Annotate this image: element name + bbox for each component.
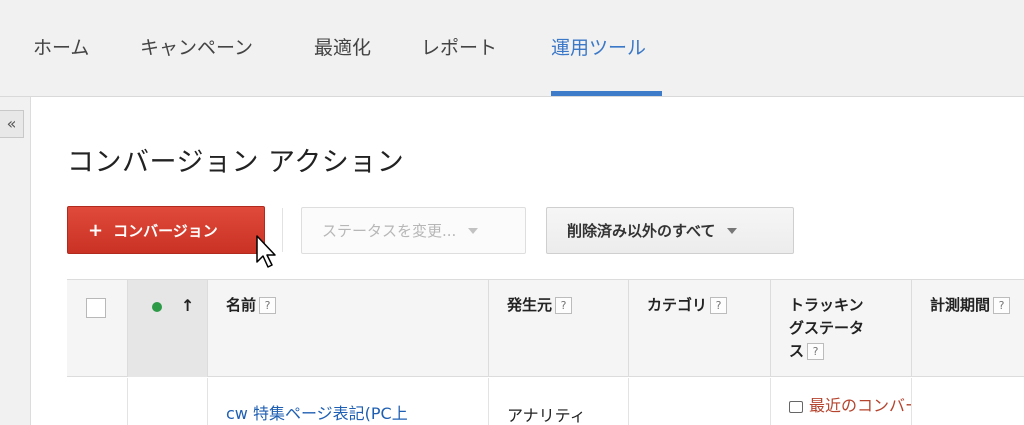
header-period[interactable]: 計測期間? [912, 280, 1024, 377]
chevron-down-icon [468, 227, 479, 234]
left-sidebar-collapsed [0, 97, 31, 425]
row-select-cell [67, 378, 128, 425]
mouse-cursor-icon [256, 235, 276, 268]
top-navigation: ホーム キャンペーン 最適化 レポート 運用ツール [0, 0, 1024, 97]
filter-label: 削除済み以外のすべて [567, 222, 716, 240]
select-all-checkbox[interactable] [86, 298, 106, 318]
row-source: アナリティ [507, 406, 586, 425]
comment-icon [789, 400, 803, 413]
header-category-label: カテゴリ [647, 296, 708, 314]
sort-ascending-icon: ↑ [181, 296, 195, 315]
page-title: コンバージョン アクション [67, 147, 405, 178]
header-name-label: 名前 [226, 296, 257, 314]
row-status-cell [128, 378, 208, 425]
active-tab-indicator [551, 91, 662, 96]
tab-reports[interactable]: レポート [421, 33, 497, 60]
toolbar-divider [282, 208, 283, 252]
header-name[interactable]: 名前? [208, 280, 489, 377]
tab-home[interactable]: ホーム [33, 33, 89, 60]
add-conversion-button[interactable]: + コンバージョン [67, 206, 265, 254]
tab-tools[interactable]: 運用ツール [551, 33, 646, 60]
header-tracking-label-1: トラッキン [789, 296, 864, 314]
conversion-name-link[interactable]: cw 特集ページ表記(PC上 [226, 400, 408, 424]
plus-icon: + [88, 219, 104, 241]
help-icon[interactable]: ? [807, 343, 825, 360]
row-name-cell: cw 特集ページ表記(PC上 [208, 378, 489, 425]
collapse-sidebar-button[interactable]: « [0, 110, 24, 138]
header-tracking-status[interactable]: トラッキン グステータ ス? [771, 280, 912, 377]
header-source[interactable]: 発生元? [489, 280, 629, 377]
header-source-label: 発生元 [507, 296, 553, 314]
help-icon[interactable]: ? [259, 297, 277, 314]
row-tracking-cell: 最近のコンバージ [771, 378, 912, 425]
header-tracking-label-2: グステータ [789, 319, 865, 337]
header-status-cell[interactable]: ↑ [128, 280, 208, 377]
table-row: cw 特集ページ表記(PC上 アナリティ 最近のコンバージ [67, 378, 1024, 425]
help-icon[interactable]: ? [710, 297, 728, 314]
tab-optimization[interactable]: 最適化 [314, 33, 371, 60]
filter-dropdown[interactable]: 削除済み以外のすべて [546, 207, 794, 254]
table-header: ↑ 名前? 発生元? カテゴリ? トラッキン グステータ ス? 計測期間? [67, 279, 1024, 377]
help-icon[interactable]: ? [993, 297, 1011, 314]
tab-campaigns[interactable]: キャンペーン [140, 33, 253, 60]
help-icon[interactable]: ? [555, 297, 573, 314]
header-category[interactable]: カテゴリ? [629, 280, 771, 377]
header-period-label: 計測期間 [930, 296, 991, 314]
header-tracking-label-3: ス [789, 342, 805, 360]
change-status-dropdown[interactable]: ステータスを変更... [301, 207, 526, 254]
row-tracking-label: 最近のコンバージ [809, 396, 911, 415]
row-tracking-status[interactable]: 最近のコンバージ [789, 392, 911, 416]
chevron-down-icon [727, 227, 738, 234]
header-select-cell [67, 280, 128, 377]
change-status-label: ステータスを変更... [322, 222, 457, 240]
row-category-cell [629, 378, 771, 425]
status-dot-icon [152, 302, 162, 312]
add-conversion-label: コンバージョン [113, 221, 218, 240]
row-period-cell [912, 378, 1024, 425]
row-source-cell: アナリティ [489, 378, 629, 425]
